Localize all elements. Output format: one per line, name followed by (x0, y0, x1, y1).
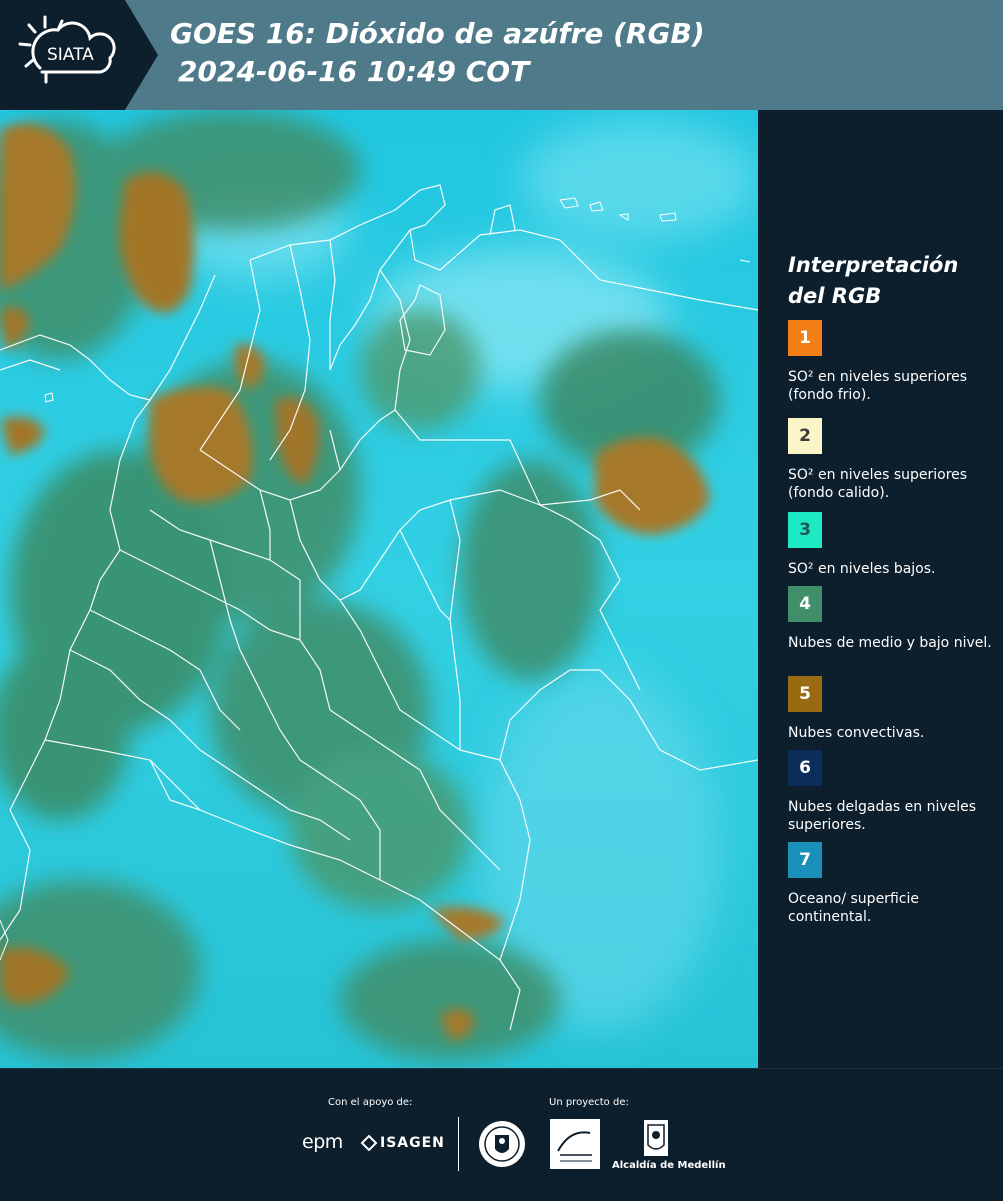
legend-item-2: 2 SO² en niveles superiores (fondo calid… (788, 418, 998, 502)
legend-item-1: 1 SO² en niveles superiores (fondo frio)… (788, 320, 998, 404)
alcaldia-shield-logo (643, 1119, 669, 1161)
epm-logo: epm (302, 1131, 343, 1153)
legend-label-6: Nubes delgadas en niveles superiores. (788, 799, 977, 833)
legend-item-7: 7 Oceano/ superficie continental. (788, 842, 998, 926)
logo-text: SIATA (47, 45, 94, 65)
legend-swatch-5: 5 (788, 676, 822, 712)
alcaldia-text: Alcaldía de Medellín (612, 1160, 726, 1171)
legend-panel: Interpretación del RGB 1 SO² en niveles … (760, 110, 1003, 1068)
legend-swatch-1: 1 (788, 320, 822, 356)
legend-item-6: 6 Nubes delgadas en niveles superiores. (788, 750, 998, 834)
legend-item-4: 4 Nubes de medio y bajo nivel. (788, 586, 998, 652)
page-title: GOES 16: Dióxido de azúfre (RGB) (170, 17, 705, 50)
project-caption: Un proyecto de: (549, 1097, 629, 1108)
legend-swatch-3: 3 (788, 512, 822, 548)
legend-label-1: SO² en niveles superiores (fondo frio). (788, 369, 968, 403)
isagen-logo (360, 1134, 378, 1155)
legend-label-2: SO² en niveles superiores (fondo calido)… (788, 467, 968, 501)
footer: Con el apoyo de: Un proyecto de: epm ISA… (0, 1068, 1003, 1201)
legend-label-5: Nubes convectivas. (788, 725, 925, 741)
legend-swatch-7: 7 (788, 842, 822, 878)
legend-swatch-2: 2 (788, 418, 822, 454)
medellin-seal-logo (477, 1119, 527, 1173)
legend-item-3: 3 SO² en niveles bajos. (788, 512, 998, 578)
legend-label-3: SO² en niveles bajos. (788, 561, 936, 577)
header-bar: SIATA GOES 16: Dióxido de azúfre (RGB) 2… (0, 0, 1003, 110)
satellite-map (0, 110, 758, 1068)
legend-title: Interpretación del RGB (788, 253, 959, 308)
legend-label-4: Nubes de medio y bajo nivel. (788, 635, 992, 651)
legend-label-7: Oceano/ superficie continental. (788, 891, 919, 925)
legend-swatch-6: 6 (788, 750, 822, 786)
area-metropolitana-logo (550, 1119, 600, 1169)
page-timestamp: 2024-06-16 10:49 COT (178, 55, 530, 88)
legend-item-5: 5 Nubes convectivas. (788, 676, 998, 742)
siata-logo: SIATA (0, 0, 158, 110)
isagen-text: ISAGEN (380, 1135, 445, 1151)
footer-divider (458, 1117, 459, 1171)
legend-swatch-4: 4 (788, 586, 822, 622)
support-caption: Con el apoyo de: (328, 1097, 413, 1108)
isagen-mark-icon (360, 1134, 378, 1152)
